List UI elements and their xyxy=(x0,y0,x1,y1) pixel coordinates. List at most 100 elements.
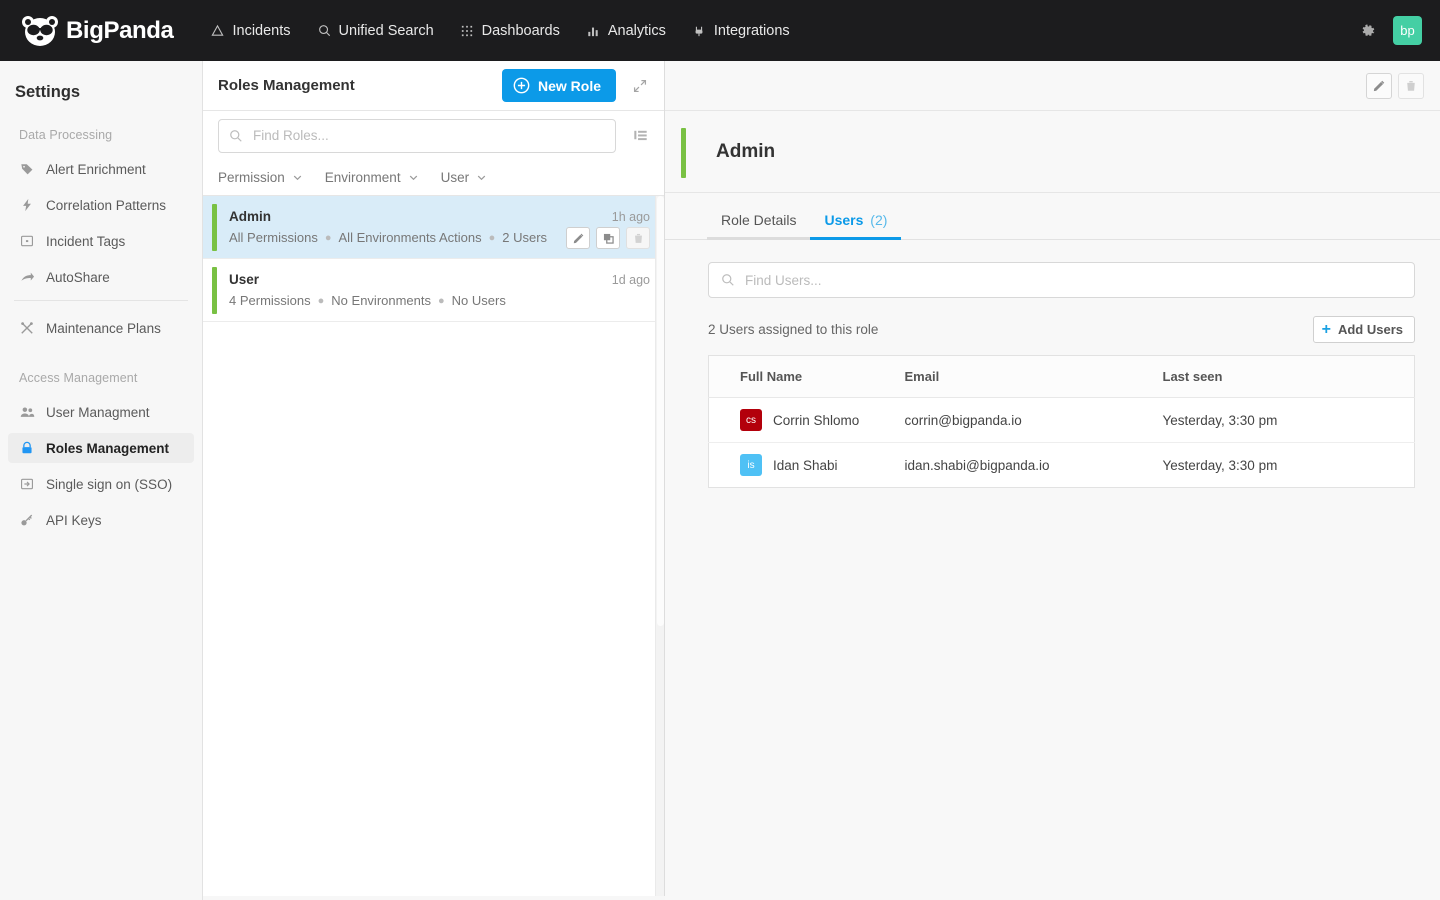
primary-nav-items: Incidents Unified Search Dashboards xyxy=(197,17,802,45)
user-email: idan.shabi@bigpanda.io xyxy=(905,443,1163,488)
roles-management-panel: Roles Management New Role xyxy=(203,61,665,896)
nav-item-label: Analytics xyxy=(608,23,666,39)
avatar[interactable]: bp xyxy=(1393,16,1422,45)
sidebar-item-single-sign-on[interactable]: Single sign on (SSO) xyxy=(8,469,194,499)
trash-icon xyxy=(633,233,644,244)
role-name: Admin xyxy=(229,209,271,224)
sidebar-item-roles-management[interactable]: Roles Management xyxy=(8,433,194,463)
sidebar-spacer xyxy=(0,349,202,371)
lock-icon xyxy=(19,440,35,456)
tab-role-details[interactable]: Role Details xyxy=(707,212,810,239)
table-row[interactable]: Admin 1h ago All Permissions ● All Envir… xyxy=(203,196,664,259)
brand-name: BigPanda xyxy=(66,17,173,45)
bar-chart-icon xyxy=(586,23,601,38)
nav-right-controls: bp xyxy=(1359,0,1422,61)
copy-icon xyxy=(603,233,614,244)
role-meta: 4 Permissions ● No Environments ● No Use… xyxy=(229,293,650,308)
sidebar-item-autoshare[interactable]: AutoShare xyxy=(8,262,194,292)
new-role-button[interactable]: New Role xyxy=(502,69,616,102)
role-name: User xyxy=(229,272,259,287)
roles-filter-row: Permission Environment User xyxy=(203,160,664,196)
nav-item-analytics[interactable]: Analytics xyxy=(573,17,679,45)
role-row-header: Admin 1h ago xyxy=(229,209,650,224)
table-row[interactable]: cs Corrin Shlomo corrin@bigpanda.io Yest… xyxy=(709,398,1415,443)
scrollbar-thumb[interactable] xyxy=(657,196,664,626)
nav-item-dashboards[interactable]: Dashboards xyxy=(447,17,573,45)
edit-role-button[interactable] xyxy=(566,227,590,249)
delete-role-button[interactable] xyxy=(626,227,650,249)
roles-search-row xyxy=(203,111,664,160)
square-dot-icon xyxy=(19,233,35,249)
filter-permission[interactable]: Permission xyxy=(218,170,303,185)
duplicate-role-button[interactable] xyxy=(596,227,620,249)
role-permissions: 4 Permissions xyxy=(229,293,311,308)
sidebar-item-label: User Managment xyxy=(46,405,150,420)
meta-separator: ● xyxy=(489,232,496,244)
user-email: corrin@bigpanda.io xyxy=(905,398,1163,443)
page-title: Settings xyxy=(0,75,202,102)
pencil-icon xyxy=(573,233,584,244)
bolt-icon xyxy=(19,197,35,213)
tools-icon xyxy=(19,320,35,336)
sidebar-group-label-data-processing: Data Processing xyxy=(0,128,202,142)
nav-item-label: Unified Search xyxy=(339,23,434,39)
sidebar-item-maintenance-plans[interactable]: Maintenance Plans xyxy=(8,313,194,343)
detail-tabs: Role Details Users (2) xyxy=(665,193,1440,240)
sidebar-item-api-keys[interactable]: API Keys xyxy=(8,505,194,535)
filter-label: Environment xyxy=(325,170,401,185)
sidebar-item-user-managment[interactable]: User Managment xyxy=(8,397,194,427)
user-name-cell: cs Corrin Shlomo xyxy=(740,409,905,431)
filter-environment[interactable]: Environment xyxy=(325,170,419,185)
gear-icon[interactable] xyxy=(1359,22,1377,40)
delete-role-detail-button[interactable] xyxy=(1398,73,1424,99)
add-users-button[interactable]: + Add Users xyxy=(1313,316,1415,343)
edit-role-detail-button[interactable] xyxy=(1366,73,1392,99)
role-permissions: All Permissions xyxy=(229,230,318,245)
users-icon xyxy=(19,404,35,420)
meta-separator: ● xyxy=(318,295,325,307)
sign-in-icon xyxy=(19,476,35,492)
plus-circle-icon xyxy=(513,77,530,94)
sidebar-item-correlation-patterns[interactable]: Correlation Patterns xyxy=(8,190,194,220)
nav-item-label: Dashboards xyxy=(482,23,560,39)
brand-logo-link[interactable]: BigPanda xyxy=(20,14,173,48)
roles-list[interactable]: Admin 1h ago All Permissions ● All Envir… xyxy=(203,196,664,896)
nav-item-unified-search[interactable]: Unified Search xyxy=(304,17,447,45)
role-accent-bar xyxy=(212,204,217,251)
search-roles-input[interactable] xyxy=(251,120,615,152)
arrow-share-icon xyxy=(19,269,35,285)
role-detail-title: Admin xyxy=(716,141,775,163)
chevron-down-icon xyxy=(476,172,487,183)
triangle-alert-icon xyxy=(210,23,225,38)
pencil-icon xyxy=(1373,80,1385,92)
expand-diagonal-icon[interactable] xyxy=(630,76,650,96)
roles-list-scrollbar[interactable] xyxy=(655,196,664,896)
role-users-count: 2 Users xyxy=(502,230,547,245)
assigned-users-count-text: 2 Users assigned to this role xyxy=(708,322,878,337)
tab-label: Role Details xyxy=(721,212,796,228)
grid-dots-icon xyxy=(460,23,475,38)
role-row-header: User 1d ago xyxy=(229,272,650,287)
tab-users-count: (2) xyxy=(870,212,887,228)
user-last-seen: Yesterday, 3:30 pm xyxy=(1163,443,1415,488)
sidebar-item-incident-tags[interactable]: Incident Tags xyxy=(8,226,194,256)
list-sort-icon[interactable] xyxy=(630,126,650,146)
sidebar-item-alert-enrichment[interactable]: Alert Enrichment xyxy=(8,154,194,184)
add-users-button-label: Add Users xyxy=(1338,322,1403,337)
table-row[interactable]: is Idan Shabi idan.shabi@bigpanda.io Yes… xyxy=(709,443,1415,488)
nav-item-incidents[interactable]: Incidents xyxy=(197,17,303,45)
role-updated-time: 1d ago xyxy=(612,273,650,287)
tag-icon xyxy=(19,161,35,177)
search-users-input[interactable] xyxy=(743,263,1414,297)
chevron-down-icon xyxy=(292,172,303,183)
role-updated-time: 1h ago xyxy=(612,210,650,224)
roles-panel-title: Roles Management xyxy=(218,77,355,94)
table-row[interactable]: User 1d ago 4 Permissions ● No Environme… xyxy=(203,259,664,322)
filter-user[interactable]: User xyxy=(441,170,488,185)
tab-users[interactable]: Users (2) xyxy=(810,212,901,239)
nav-item-integrations[interactable]: Integrations xyxy=(679,17,803,45)
users-search-box[interactable] xyxy=(708,262,1415,298)
role-detail-panel: Admin Role Details Users (2) 2 Users ass… xyxy=(665,61,1440,900)
column-header-last-seen: Last seen xyxy=(1163,356,1415,398)
roles-search-box[interactable] xyxy=(218,119,616,153)
